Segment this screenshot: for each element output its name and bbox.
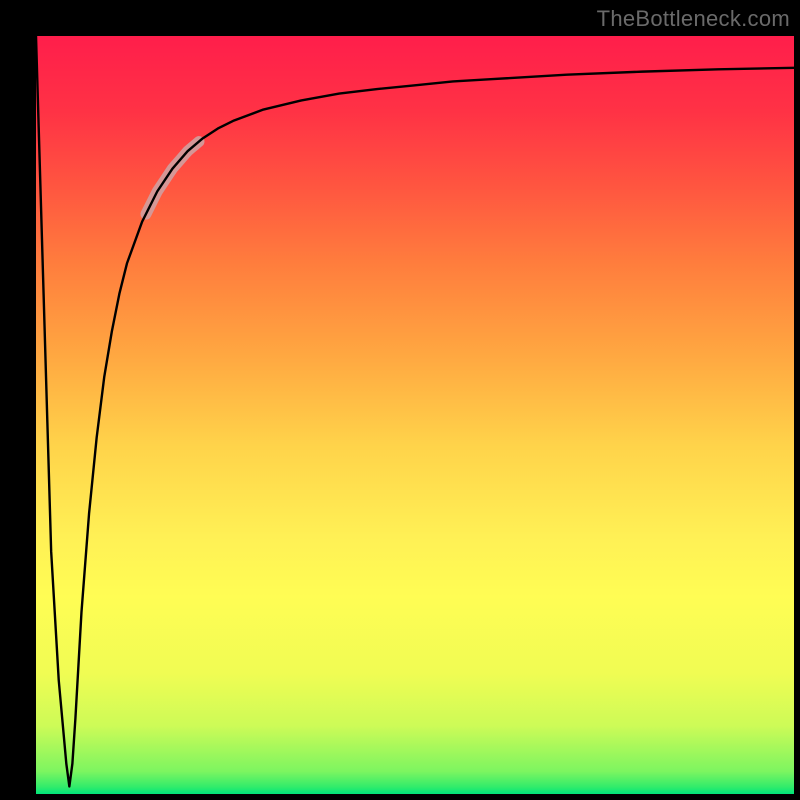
chart-frame: TheBottleneck.com bbox=[0, 0, 800, 800]
highlight-segment bbox=[146, 142, 199, 215]
curve-svg bbox=[36, 36, 794, 794]
plot-area bbox=[36, 36, 794, 794]
watermark-label: TheBottleneck.com bbox=[597, 6, 790, 32]
bottleneck-curve bbox=[36, 36, 794, 786]
